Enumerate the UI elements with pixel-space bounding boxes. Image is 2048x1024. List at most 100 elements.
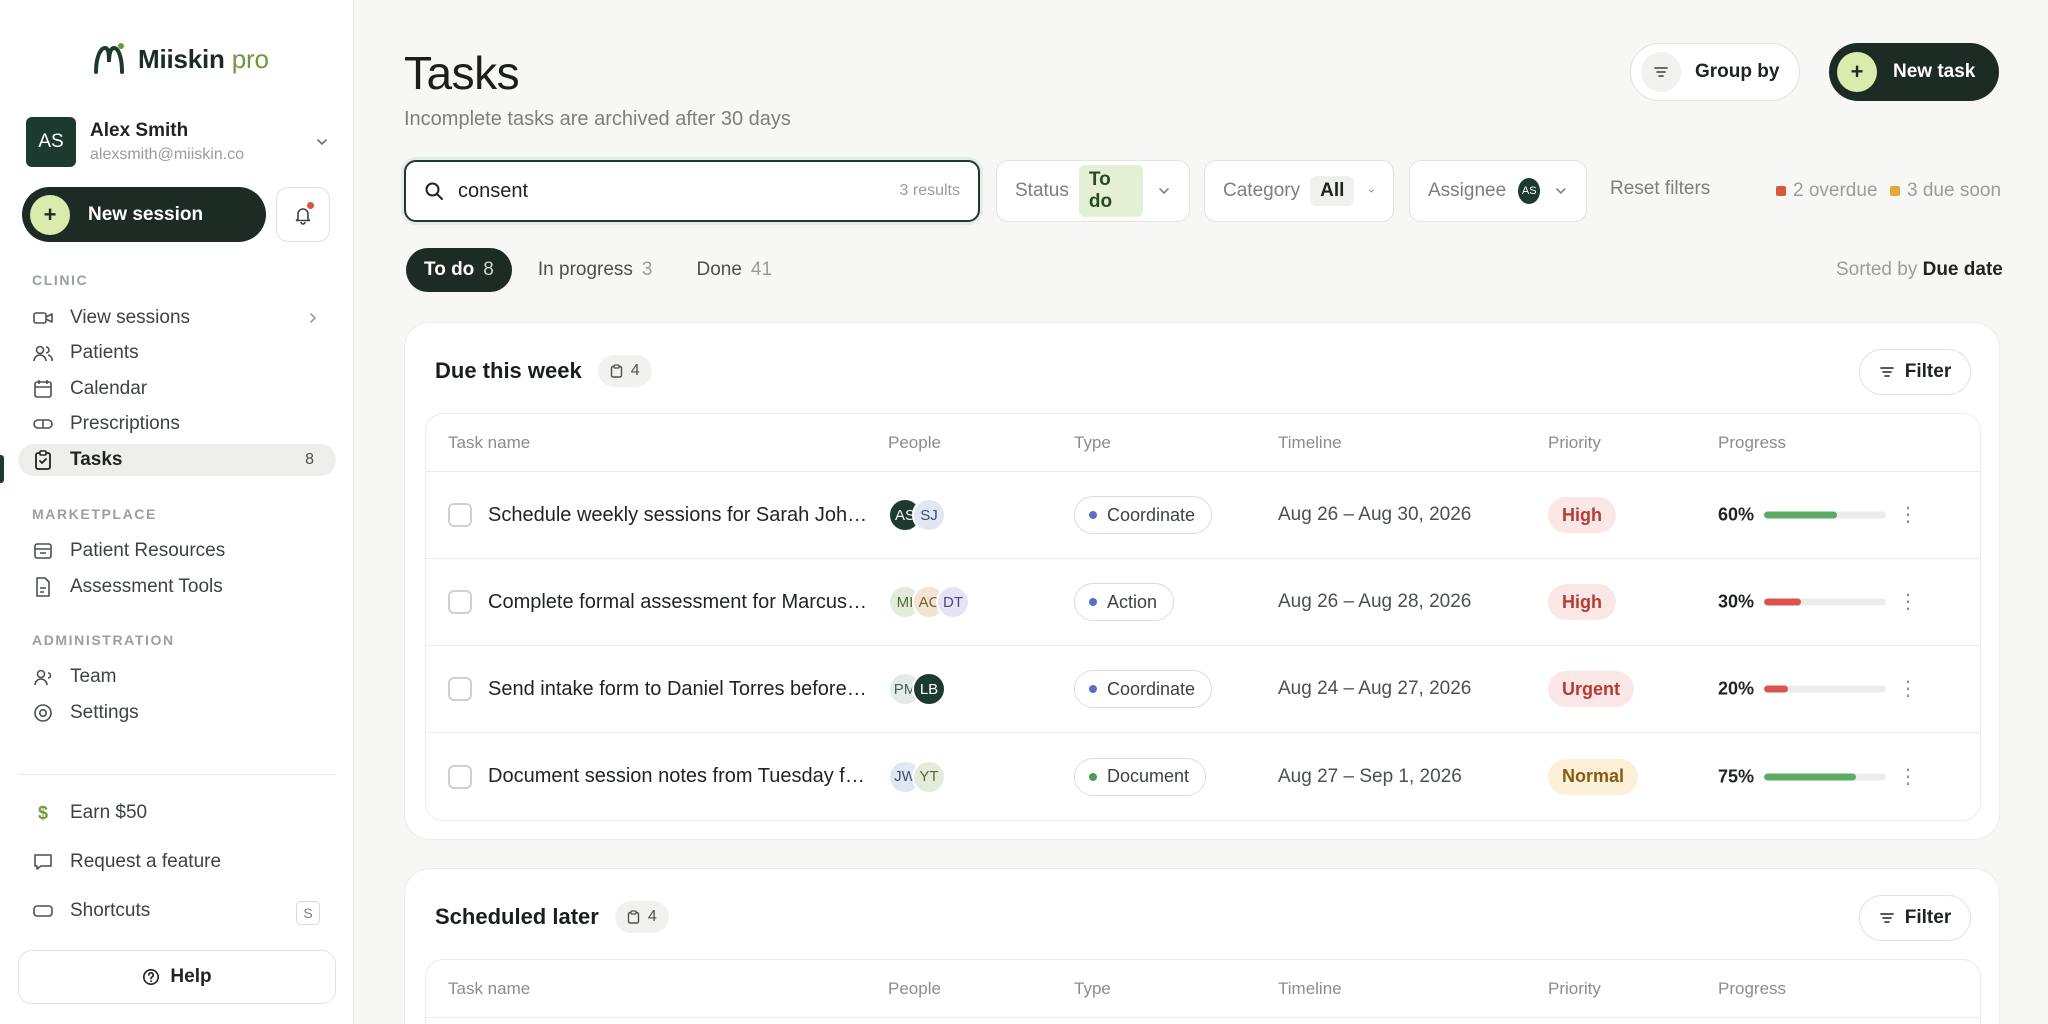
task-checkbox[interactable] (448, 764, 472, 789)
tab-count: 41 (750, 259, 773, 280)
people-avatars[interactable]: MI AC DT (888, 585, 970, 619)
type-cell: Document (1074, 757, 1207, 796)
col-task-name[interactable]: Task name (448, 433, 530, 453)
col-type[interactable]: Type (1074, 433, 1111, 453)
reset-filters-link[interactable]: Reset filters (1610, 178, 1710, 200)
col-progress[interactable]: Progress (1718, 979, 1786, 999)
sidebar-item-settings[interactable]: Settings (18, 697, 336, 729)
search-box[interactable]: 3 results (404, 160, 980, 222)
type-badge[interactable]: Coordinate (1074, 496, 1213, 534)
task-checkbox[interactable] (448, 503, 472, 527)
timeline: Aug 26 – Aug 28, 2026 (1278, 591, 1472, 612)
assignee-filter[interactable]: Assignee AS (1409, 160, 1587, 222)
type-cell: Action (1074, 583, 1175, 621)
shortcuts-link[interactable]: Shortcuts (32, 900, 150, 922)
col-timeline[interactable]: Timeline (1278, 433, 1342, 453)
status-filter-value: To do (1078, 165, 1143, 217)
priority-badge[interactable]: High (1548, 584, 1616, 620)
sidebar-item-patients[interactable]: Patients (18, 337, 336, 369)
col-type[interactable]: Type (1074, 979, 1111, 999)
col-task-name[interactable]: Task name (448, 979, 530, 999)
sidebar-item-assessment-tools[interactable]: Assessment Tools (18, 571, 336, 603)
col-priority[interactable]: Priority (1548, 433, 1601, 453)
row-menu-kebab-icon[interactable]: ⋮ (1898, 505, 1918, 525)
user-email: alexsmith@miiskin.co (90, 146, 245, 163)
tasks-table: Task name People Type Timeline Priority … (425, 413, 1981, 821)
group-by-button[interactable]: Group by (1630, 43, 1800, 101)
priority-badge[interactable]: Normal (1548, 758, 1639, 795)
sort-control[interactable]: Sorted by Due date (1836, 259, 2003, 281)
request-feature-link[interactable]: Request a feature (32, 851, 221, 873)
table-row[interactable]: Complete formal assessment for Marcus Le… (426, 559, 1980, 646)
page-title: Tasks (404, 47, 520, 99)
document-icon (32, 576, 54, 598)
task-name[interactable]: Document session notes from Tuesday foll… (488, 765, 870, 788)
type-badge[interactable]: Action (1074, 583, 1175, 621)
group-filter-button[interactable]: Filter (1859, 349, 1971, 395)
new-task-button[interactable]: + New task (1829, 43, 1999, 101)
miiskin-logo-icon (94, 43, 124, 74)
tab-to-do[interactable]: To do 8 (406, 248, 512, 292)
type-badge[interactable]: Document (1074, 757, 1207, 796)
type-badge[interactable]: Coordinate (1074, 670, 1213, 708)
task-name[interactable]: Send intake form to Daniel Torres before… (488, 678, 870, 701)
row-menu-kebab-icon[interactable]: ⋮ (1898, 592, 1918, 612)
overdue-indicator: 2 overdue (1776, 180, 1878, 202)
calendar-icon (32, 378, 54, 400)
notifications-button[interactable] (276, 187, 330, 242)
sidebar-item-view-sessions[interactable]: View sessions (18, 302, 336, 334)
sidebar-item-team[interactable]: Team (18, 661, 336, 693)
people-avatars[interactable]: JW YT (888, 759, 946, 794)
sidebar-item-calendar[interactable]: Calendar (18, 373, 336, 405)
new-session-button[interactable]: + New session (22, 187, 266, 242)
category-filter[interactable]: Category All (1204, 160, 1394, 222)
task-group-scheduled-later: Scheduled later 4 Filter Task name Peopl… (404, 868, 2000, 1024)
task-name[interactable]: Complete formal assessment for Marcus Le… (488, 591, 870, 614)
progress-cell: 20% (1718, 679, 1886, 700)
col-timeline[interactable]: Timeline (1278, 979, 1342, 999)
task-checkbox[interactable] (448, 590, 472, 614)
task-checkbox[interactable] (448, 677, 472, 701)
tab-in-progress[interactable]: In progress 3 (520, 248, 671, 292)
col-priority[interactable]: Priority (1548, 979, 1601, 999)
earn-referral-link[interactable]: $ Earn $50 (32, 802, 147, 824)
status-filter[interactable]: Status To do (996, 160, 1190, 222)
brand-suffix: pro (231, 43, 269, 74)
row-menu-kebab-icon[interactable]: ⋮ (1898, 679, 1918, 699)
tab-done[interactable]: Done 41 (679, 248, 791, 292)
sidebar-item-label: Prescriptions (70, 413, 180, 434)
table-row[interactable]: Schedule weekly sessions for Sarah Johan… (426, 472, 1980, 559)
sidebar: Miiskin pro AS Alex Smith alexsmith@miis… (0, 0, 354, 1024)
col-people[interactable]: People (888, 979, 941, 999)
clipboard-icon (610, 364, 622, 378)
user-menu[interactable]: AS Alex Smith alexsmith@miiskin.co (26, 116, 330, 168)
group-count-badge: 4 (614, 901, 669, 933)
table-row[interactable]: Document session notes from Tuesday foll… (426, 733, 1980, 820)
progress-percent: 30% (1718, 591, 1755, 612)
sidebar-item-tasks[interactable]: Tasks 8 (18, 444, 336, 476)
help-button[interactable]: Help (18, 950, 336, 1004)
sidebar-item-prescriptions[interactable]: Prescriptions (18, 408, 336, 440)
avatar: DT (936, 585, 970, 619)
sort-prefix: Sorted by (1836, 259, 1918, 280)
people-avatars[interactable]: AS SJ (888, 498, 946, 532)
people-avatars[interactable]: PM LB (888, 672, 946, 706)
pill-icon (32, 413, 54, 435)
task-name[interactable]: Schedule weekly sessions for Sarah Johan… (488, 504, 870, 527)
group-filter-button[interactable]: Filter (1859, 895, 1971, 941)
priority-badge[interactable]: High (1548, 497, 1616, 533)
video-icon (32, 307, 54, 329)
category-filter-label: Category (1223, 180, 1301, 201)
group-header: Due this week 4 (435, 355, 652, 387)
status-filter-label: Status (1015, 180, 1069, 201)
brand-logo[interactable]: Miiskin pro (92, 42, 269, 76)
col-progress[interactable]: Progress (1718, 433, 1786, 453)
table-row[interactable]: Send intake form to Daniel Torres before… (426, 646, 1980, 733)
col-people[interactable]: People (888, 433, 941, 453)
tab-label: To do (424, 259, 475, 280)
sidebar-item-patient-resources[interactable]: Patient Resources (18, 535, 336, 567)
row-menu-kebab-icon[interactable]: ⋮ (1898, 767, 1918, 787)
search-input[interactable] (458, 179, 900, 203)
filter-label: Filter (1904, 907, 1952, 928)
priority-badge[interactable]: Urgent (1548, 671, 1634, 707)
